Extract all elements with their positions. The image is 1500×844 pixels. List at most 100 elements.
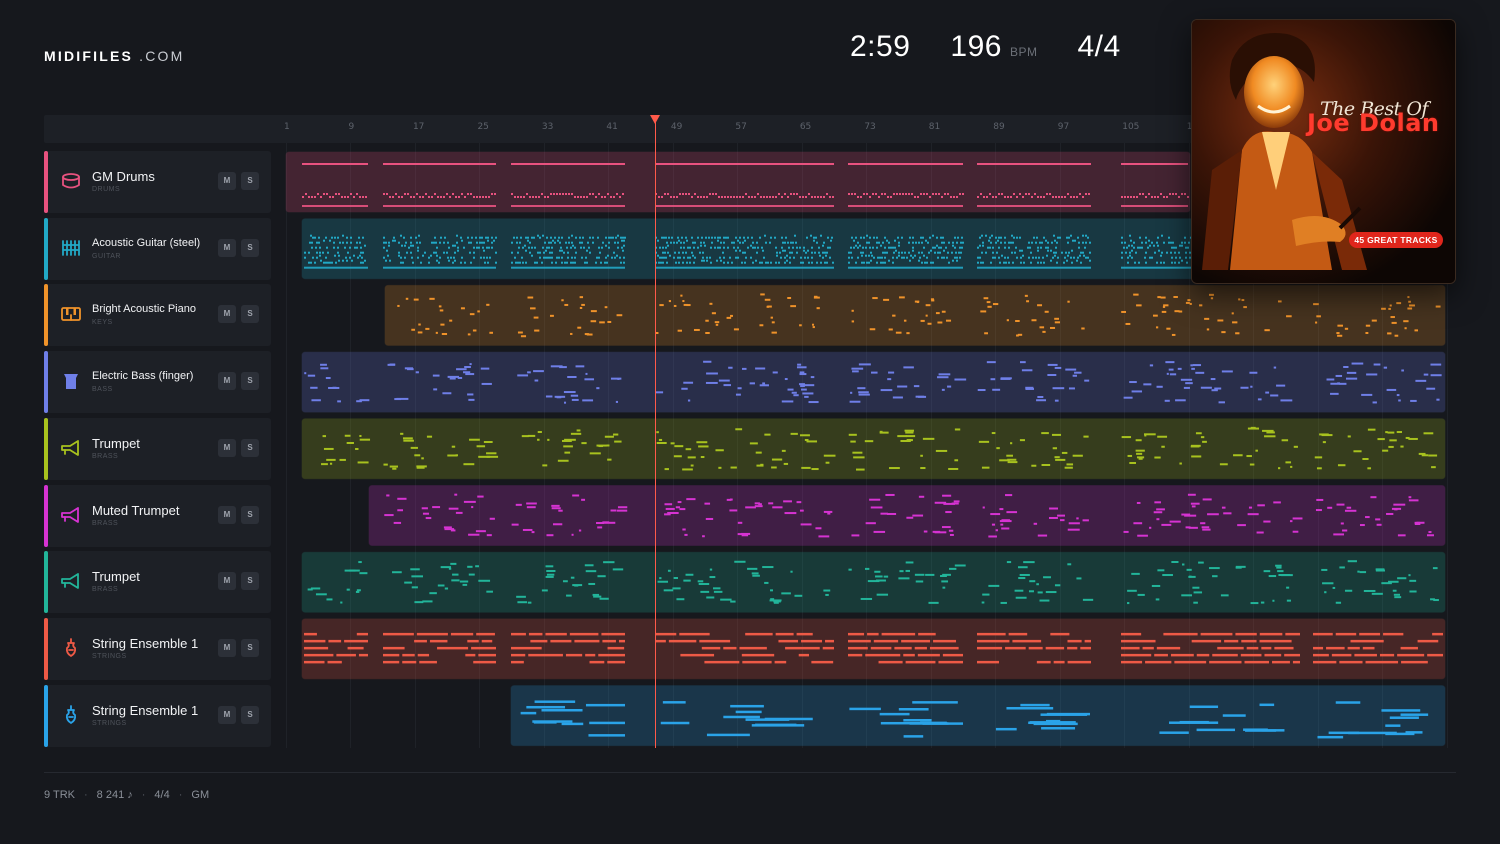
note <box>588 734 625 737</box>
note <box>881 632 916 636</box>
note <box>551 251 553 254</box>
note <box>934 251 936 254</box>
solo-button[interactable]: S <box>241 172 259 190</box>
note <box>1156 261 1158 264</box>
midi-clip[interactable] <box>368 485 1446 546</box>
mute-button[interactable]: M <box>218 572 236 590</box>
note <box>1196 653 1210 657</box>
mute-button[interactable]: M <box>218 172 236 190</box>
midi-clip[interactable] <box>285 151 1191 213</box>
solo-button[interactable]: S <box>241 439 259 457</box>
solo-button[interactable]: S <box>241 639 259 657</box>
note <box>988 239 990 242</box>
track-header[interactable]: Trumpet BRASS M S <box>44 551 271 613</box>
note <box>528 653 563 657</box>
track-header[interactable]: Acoustic Guitar (steel) GUITAR M S <box>44 218 271 280</box>
note <box>428 196 430 198</box>
midi-clip[interactable] <box>384 284 1446 346</box>
midi-clip[interactable] <box>301 418 1446 480</box>
note <box>326 246 328 249</box>
track-header[interactable]: Trumpet BRASS M S <box>44 418 271 480</box>
note <box>612 568 624 571</box>
note <box>1121 256 1123 259</box>
note <box>1052 196 1054 198</box>
solo-button[interactable]: S <box>241 305 259 323</box>
note <box>326 193 328 195</box>
track-header[interactable]: Bright Acoustic Piano KEYS M S <box>44 284 271 346</box>
note <box>717 246 719 249</box>
note <box>469 363 472 366</box>
note <box>329 196 331 198</box>
mute-button[interactable]: M <box>218 439 236 457</box>
mute-button[interactable]: M <box>218 706 236 724</box>
mute-button[interactable]: M <box>218 305 236 323</box>
note <box>476 196 478 198</box>
solo-button[interactable]: S <box>241 506 259 524</box>
note <box>482 196 484 198</box>
track-header[interactable]: Electric Bass (finger) BASS M S <box>44 351 271 413</box>
note <box>869 196 871 198</box>
track-header[interactable]: String Ensemble 1 STRINGS M S <box>44 685 271 747</box>
solo-button[interactable]: S <box>241 572 259 590</box>
note <box>760 196 762 198</box>
mute-button[interactable]: M <box>218 372 236 390</box>
note <box>581 442 587 445</box>
note <box>533 370 544 373</box>
playhead-marker-icon[interactable] <box>650 115 660 124</box>
note <box>487 261 489 264</box>
track-color-bar <box>44 284 48 346</box>
note <box>319 254 321 257</box>
solo-button[interactable]: S <box>241 239 259 257</box>
note <box>825 593 829 596</box>
note <box>527 601 532 604</box>
note <box>304 256 306 259</box>
note <box>335 193 337 195</box>
track-header[interactable]: String Ensemble 1 STRINGS M S <box>44 618 271 680</box>
note <box>1000 236 1002 239</box>
note <box>1035 256 1037 259</box>
track-header[interactable]: Muted Trumpet BRASS M S <box>44 485 271 547</box>
solo-button[interactable]: S <box>241 372 259 390</box>
note <box>1044 310 1049 313</box>
note <box>787 196 789 198</box>
note <box>762 249 764 252</box>
note <box>1222 714 1246 717</box>
note <box>1052 387 1065 390</box>
note <box>1121 660 1143 664</box>
note <box>358 653 368 657</box>
note <box>531 246 533 249</box>
note <box>436 246 438 249</box>
solo-button[interactable]: S <box>241 706 259 724</box>
note <box>1328 731 1360 735</box>
note <box>1079 193 1081 195</box>
mute-button[interactable]: M <box>218 639 236 657</box>
strings-icon <box>60 704 82 726</box>
note <box>830 239 832 242</box>
note <box>581 303 585 306</box>
note <box>1018 566 1028 569</box>
track-header[interactable]: GM Drums DRUMS M S <box>44 151 271 213</box>
note <box>860 236 862 239</box>
mute-button[interactable]: M <box>218 239 236 257</box>
note <box>487 236 489 239</box>
note <box>545 249 547 252</box>
midi-clip[interactable] <box>510 685 1446 747</box>
note <box>767 261 769 264</box>
note <box>514 256 516 259</box>
note <box>724 196 726 198</box>
note <box>1129 254 1131 257</box>
note <box>1430 374 1442 377</box>
midi-clip[interactable] <box>301 551 1446 613</box>
note <box>884 256 886 259</box>
note <box>1076 259 1078 262</box>
note <box>789 261 791 264</box>
note <box>1010 241 1012 244</box>
note <box>990 241 992 244</box>
note <box>730 704 764 708</box>
note <box>584 261 586 264</box>
midi-clip[interactable] <box>301 351 1446 413</box>
playhead[interactable] <box>655 115 656 748</box>
mute-button[interactable]: M <box>218 506 236 524</box>
note <box>945 511 952 514</box>
note <box>744 261 746 264</box>
